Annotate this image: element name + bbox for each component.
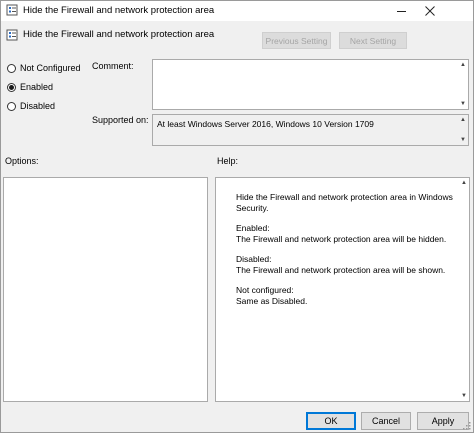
options-label: Options: (5, 156, 39, 166)
help-disabled-text: The Firewall and network protection area… (236, 264, 446, 275)
help-notconfigured-text: Same as Disabled. (236, 295, 308, 306)
help-disabled-heading: Disabled: (236, 254, 272, 264)
window-title: Hide the Firewall and network protection… (23, 5, 215, 16)
scroll-down-icon[interactable]: ▼ (460, 392, 468, 400)
ok-button[interactable]: OK (306, 412, 356, 430)
setting-name: Hide the Firewall and network protection… (23, 29, 215, 40)
minimize-icon (396, 10, 406, 12)
policy-dialog: Hide the Firewall and network protection… (0, 0, 474, 433)
comment-label: Comment: (92, 61, 134, 71)
minimize-button[interactable] (387, 1, 415, 21)
supported-on-field: At least Windows Server 2016, Windows 10… (152, 114, 469, 146)
previous-setting-button[interactable]: Previous Setting (262, 32, 331, 49)
help-enabled-text: The Firewall and network protection area… (236, 233, 447, 244)
help-notconfigured-heading: Not configured: (236, 285, 294, 295)
options-panel (3, 177, 208, 402)
radio-selected-dot (9, 84, 14, 90)
radio-not-configured[interactable]: Not Configured (7, 63, 81, 73)
help-label: Help: (217, 156, 239, 166)
next-setting-button[interactable]: Next Setting (339, 32, 407, 49)
radio-label: Not Configured (20, 63, 81, 73)
radio-label: Enabled (20, 82, 54, 92)
close-icon (425, 6, 435, 16)
radio-disabled[interactable]: Disabled (7, 101, 55, 111)
radio-circle[interactable] (7, 82, 16, 92)
scroll-down-icon[interactable]: ▼ (459, 136, 467, 144)
policy-settings-icon (6, 4, 18, 16)
scroll-down-icon[interactable]: ▼ (459, 100, 467, 108)
radio-circle[interactable] (7, 101, 16, 111)
policy-settings-icon (6, 29, 18, 41)
comment-textarea[interactable]: ▲ ▼ (152, 59, 469, 110)
title-bar: Hide the Firewall and network protection… (1, 1, 473, 21)
cancel-button[interactable]: Cancel (361, 412, 411, 430)
radio-label: Disabled (20, 101, 56, 111)
resize-grip-icon[interactable] (463, 422, 471, 430)
help-intro: Hide the Firewall and network protection… (236, 192, 453, 213)
apply-button[interactable]: Apply (417, 412, 469, 430)
scroll-up-icon[interactable]: ▲ (459, 61, 467, 69)
help-enabled-heading: Enabled: (236, 223, 270, 233)
radio-circle[interactable] (7, 63, 16, 73)
help-text: Hide the Firewall and network protection… (218, 192, 459, 306)
close-button[interactable] (415, 1, 445, 21)
scroll-up-icon[interactable]: ▲ (460, 179, 468, 187)
help-panel: Hide the Firewall and network protection… (215, 177, 470, 402)
scroll-up-icon[interactable]: ▲ (459, 116, 467, 124)
supported-on-value: At least Windows Server 2016, Windows 10… (157, 119, 374, 129)
supported-on-label: Supported on: (92, 115, 149, 125)
radio-enabled[interactable]: Enabled (7, 82, 53, 92)
